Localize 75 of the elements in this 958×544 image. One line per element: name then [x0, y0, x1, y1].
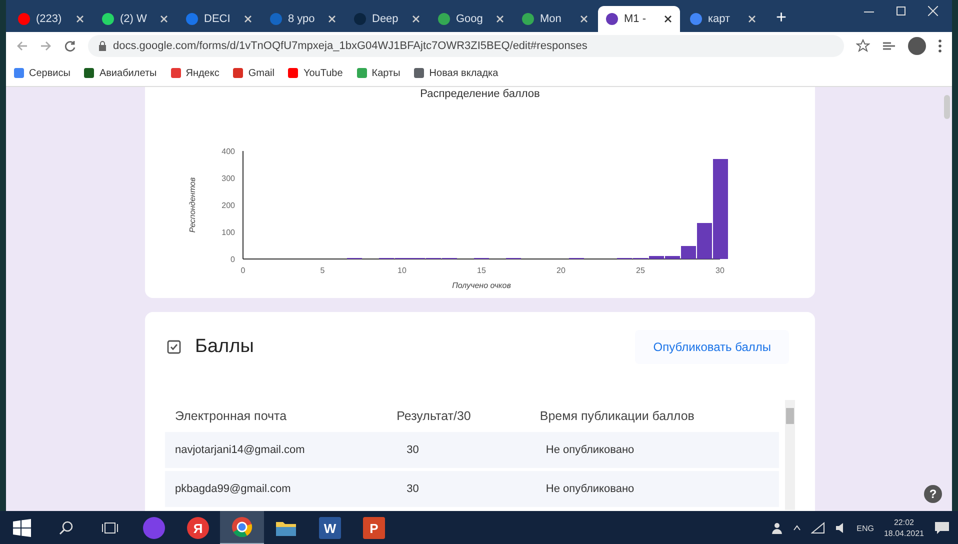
x-tick-label: 5 — [320, 266, 326, 275]
browser-tab[interactable]: Goog — [430, 6, 512, 32]
help-button[interactable]: ? — [924, 485, 942, 503]
x-tick-label: 25 — [636, 266, 646, 275]
checkbox-icon — [167, 340, 181, 354]
column-header: Электронная почта — [174, 408, 288, 425]
bookmark-link[interactable]: Новая вкладка — [414, 68, 498, 78]
bookmark-link[interactable]: Яндекс — [170, 68, 220, 78]
address-bar[interactable]: docs.google.com/forms/d/1vTnOQfU7mpxeja_1bxG04WJ1BFAjtc7OWR3ZI5BEQ/edit#responses — [88, 35, 844, 57]
taskbar-app[interactable]: Я — [176, 511, 220, 544]
y-tick-label: 300 — [222, 174, 236, 183]
publish-scores-button[interactable]: Опубликовать баллы — [635, 330, 789, 364]
new-tab-button[interactable]: + — [766, 7, 797, 32]
browser-tab[interactable]: Deep — [346, 6, 428, 32]
table-cell: Не опубликовано — [524, 471, 779, 507]
chart-title: Распределение баллов — [419, 87, 541, 102]
taskbar-app[interactable] — [220, 511, 264, 544]
notification-icon[interactable] — [934, 521, 950, 535]
bookmark-link[interactable]: Сервисы — [14, 68, 70, 78]
table-cell: 30 — [376, 471, 524, 507]
language-indicator[interactable]: ENG — [856, 524, 874, 532]
taskbar-app[interactable]: W — [308, 511, 352, 544]
browser-tab[interactable]: (2) W — [94, 6, 176, 32]
y-axis-label: Респондентов — [188, 177, 197, 233]
clock[interactable]: 22:02 18.04.2021 — [884, 517, 924, 539]
x-tick-label: 15 — [477, 266, 486, 275]
caret-icon[interactable] — [792, 525, 801, 531]
x-tick-label: 10 — [398, 266, 407, 275]
bookmark-link[interactable]: Авиабилеты — [84, 68, 157, 78]
browser-tab[interactable]: DECI — [178, 6, 260, 32]
bookmark-link[interactable]: Gmail — [233, 68, 274, 78]
person-icon[interactable] — [770, 522, 783, 534]
avatar-icon[interactable] — [908, 37, 926, 55]
section-title: Баллы — [195, 336, 255, 358]
close-icon[interactable] — [664, 15, 672, 23]
table-cell: navjotarjani14@gmail.com — [165, 432, 377, 468]
assistant-icon — [143, 517, 165, 539]
bookmark-link[interactable]: Карты — [356, 68, 400, 78]
table-cell: pkbagda99@gmail.com — [165, 471, 377, 507]
star-icon[interactable] — [856, 39, 870, 53]
table-cell: 30 — [376, 432, 524, 468]
x-tick-label: 30 — [716, 266, 725, 275]
x-axis-label: Получено очков — [452, 281, 511, 290]
column-header: Время публикации баллов — [538, 408, 696, 425]
page-scrollbar[interactable] — [944, 95, 950, 119]
browser-tab[interactable]: Mon — [514, 6, 596, 32]
document-icon: W — [319, 517, 341, 539]
lock-icon — [98, 41, 107, 51]
scrollbar[interactable] — [785, 400, 795, 510]
browser-tab[interactable]: 8 уро — [262, 6, 344, 32]
folder-icon — [275, 519, 297, 537]
windows-start-icon[interactable] — [13, 519, 31, 537]
reload-icon[interactable] — [64, 40, 76, 52]
search-icon[interactable] — [59, 521, 73, 535]
y-tick-label: 100 — [222, 228, 236, 237]
x-tick-label: 0 — [240, 266, 246, 275]
maximize-icon[interactable] — [896, 6, 906, 16]
y-axis: 0 100 200 300 400 — [222, 147, 244, 264]
table-cell: Не опубликовано — [524, 432, 779, 468]
taskbar-app[interactable]: P — [352, 511, 396, 544]
presentation-icon: P — [363, 517, 385, 539]
browser-icon: Я — [187, 517, 209, 539]
browser-tab[interactable]: M1 - — [598, 6, 680, 32]
x-tick-label: 20 — [556, 266, 566, 275]
browser-tab[interactable]: (223) — [10, 6, 92, 32]
menu-icon[interactable] — [938, 39, 942, 53]
y-tick-label: 200 — [222, 201, 236, 210]
y-tick-label: 0 — [230, 255, 236, 264]
y-tick-label: 400 — [222, 147, 236, 156]
browser-icon — [231, 516, 253, 538]
bookmark-link[interactable]: YouTube — [288, 68, 343, 78]
column-header: Результат/30 — [396, 408, 472, 425]
task-view-icon[interactable] — [102, 522, 118, 534]
x-axis: 0 5 10 15 20 25 30 — [240, 258, 724, 275]
browser-tab[interactable]: карт — [682, 6, 764, 32]
